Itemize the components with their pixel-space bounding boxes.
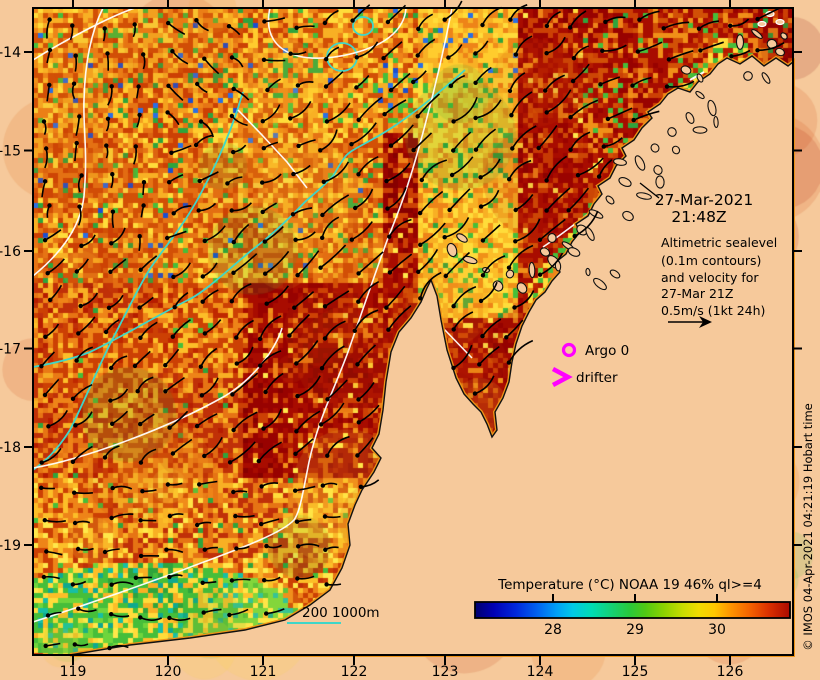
lat-axis-tick-label: -17 [0,342,21,358]
map-area[interactable] [33,8,793,655]
lon-axis-tick-label: 121 [250,664,277,680]
lon-axis-tick-label: 122 [341,664,368,680]
lat-axis-tick-label: -19 [0,538,21,554]
lon-axis-tick-label: 119 [60,664,87,680]
map-overlay: 119 120 121 122 123 124 125 126 -14 -15 -16 -17 -18 -… [0,0,815,680]
lat-axis-tick-label: -14 [0,45,21,61]
lon-axis-tick-label: 125 [622,664,649,680]
credit-text: © IMOS 04-Apr-2021 04:21:19 Hobart time [801,403,815,650]
lon-axis-tick-label: 124 [527,664,554,680]
lat-axis-tick-label: -15 [0,144,21,160]
lon-axis-tick-label: 126 [717,664,744,680]
oceancurrent-map-page: 119 120 121 122 123 124 125 126 -14 -15 -16 -17 -18 -… [0,0,820,680]
lat-axis-tick-label: -16 [0,244,21,260]
lon-axis-tick-label: 120 [155,664,182,680]
lon-axis-tick-label: 123 [432,664,459,680]
lat-axis-tick-label: -18 [0,440,21,456]
